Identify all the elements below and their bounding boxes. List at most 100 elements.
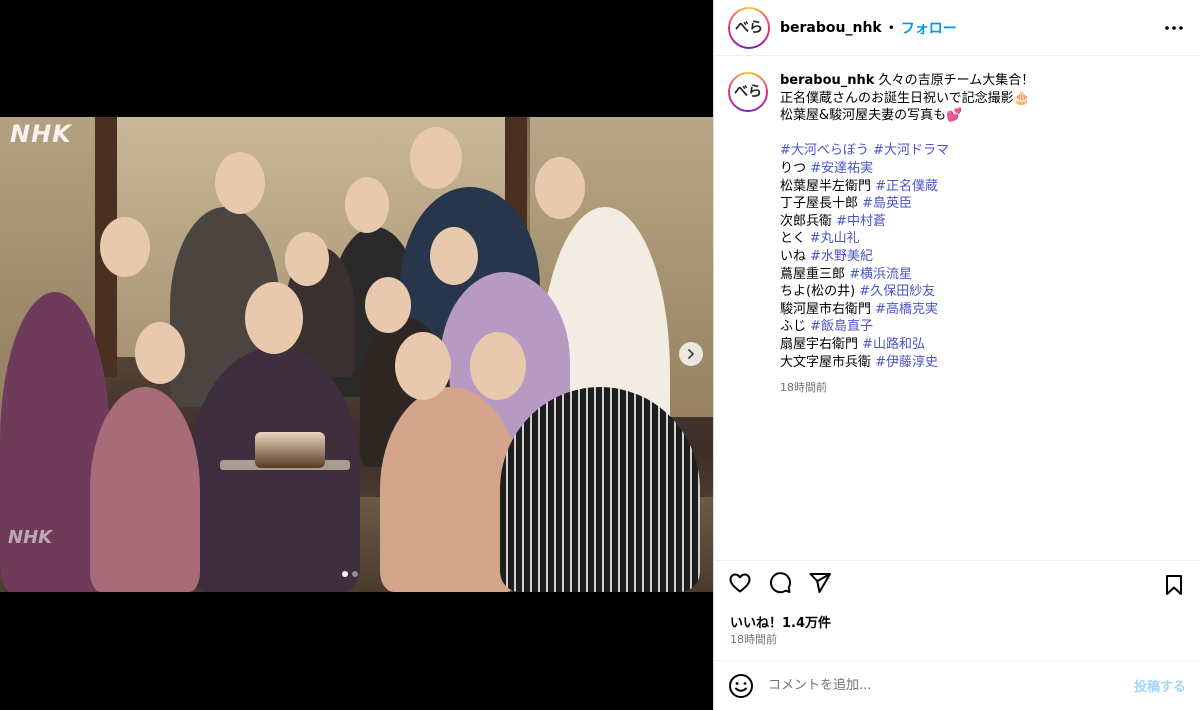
more-horizontal-icon (1165, 26, 1183, 30)
cast-role: 丁子屋長十郎 (780, 196, 859, 212)
hashtag-link[interactable]: #大河ドラマ (873, 143, 949, 158)
hashtag-link[interactable]: #安達祐実 (810, 161, 873, 176)
like-count[interactable]: いいね！1.4万件 (730, 612, 831, 631)
caption-line-2: 正名僕蔵さんのお誕生日祝いで記念撮影🎂 (780, 90, 1030, 106)
caption-body: berabou_nhk 久々の吉原チーム大集合！ 正名僕蔵さんのお誕生日祝いで記… (780, 72, 1186, 397)
heart-icon (729, 573, 751, 593)
cast-list: りつ #安達祐実 松葉屋半左衛門 #正名僕蔵 丁子屋長十郎 #島英臣 次郎兵衛 #中村… (780, 160, 1186, 371)
comment-bar: 投稿する (714, 660, 1200, 710)
avatar[interactable]: べら (728, 6, 770, 49)
photo-person-head (535, 157, 585, 219)
like-button[interactable] (728, 571, 752, 595)
cast-role: 扇屋宇右衛門 (780, 336, 859, 352)
hashtag-link[interactable]: #中村蒼 (836, 214, 886, 229)
post-photo[interactable] (0, 117, 713, 592)
chevron-right-icon (688, 349, 694, 359)
photo-person (500, 387, 700, 592)
avatar-text: べら (734, 84, 762, 100)
post-side-panel: べら berabou_nhk • フォロー べら berabou_nhk 久々の… (713, 0, 1200, 710)
slide-dot (352, 571, 358, 577)
comment-input[interactable] (768, 678, 1134, 693)
header-separator: • (887, 20, 895, 35)
hashtag-link[interactable]: #伊藤淳史 (875, 355, 938, 370)
cast-line: 扇屋宇右衛門 #山路和弘 (780, 336, 1186, 354)
birthday-cake (255, 432, 325, 468)
caption-username[interactable]: berabou_nhk (780, 73, 874, 88)
hashtag-link[interactable]: #水野美紀 (810, 249, 873, 264)
action-bar (714, 560, 1200, 610)
photo-person-head (430, 227, 478, 285)
photo-person-head (245, 282, 303, 354)
cast-line: 松葉屋半左衛門 #正名僕蔵 (780, 178, 1186, 196)
cast-role: ちよ(松の井) (780, 284, 856, 300)
hashtag-link[interactable]: #丸山礼 (810, 231, 860, 246)
media-pane: NHK NHK (0, 0, 713, 710)
cast-role: 大文字屋市兵衛 (780, 354, 872, 370)
cast-role: 次郎兵衛 (780, 213, 833, 229)
save-button[interactable] (1162, 573, 1186, 597)
cast-role: 松葉屋半左衛門 (780, 178, 872, 194)
hashtag-link[interactable]: #久保田紗友 (859, 284, 935, 299)
cast-role: いね (780, 248, 807, 264)
bookmark-icon (1166, 575, 1182, 595)
photo-person-head (470, 332, 526, 400)
photo-person (90, 387, 200, 592)
hashtag-link[interactable]: #大河べらぼう (780, 143, 869, 158)
follow-button[interactable]: フォロー (901, 18, 957, 38)
photo-person (380, 387, 520, 592)
cast-role: りつ (780, 160, 807, 176)
photo-person-head (395, 332, 451, 400)
caption-area: べら berabou_nhk 久々の吉原チーム大集合！ 正名僕蔵さんのお誕生日祝… (728, 72, 1186, 397)
hashtag-link[interactable]: #高橋克実 (875, 302, 938, 317)
more-options-button[interactable] (1164, 18, 1184, 38)
cast-line: 大文字屋市兵衛 #伊藤淳史 (780, 354, 1186, 372)
caption-avatar[interactable]: べら (728, 72, 768, 112)
cast-role: ふじ (780, 319, 807, 335)
avatar-text: べら (735, 19, 763, 36)
nhk-watermark: NHK (10, 120, 72, 148)
post-comment-button[interactable]: 投稿する (1134, 676, 1186, 695)
send-icon (809, 573, 831, 593)
header-username[interactable]: berabou_nhk (780, 20, 882, 36)
hashtag-link[interactable]: #島英臣 (862, 196, 912, 211)
photo-person-head (285, 232, 329, 286)
slide-indicator (342, 571, 358, 577)
photo-person-head (135, 322, 185, 384)
hashtag-link[interactable]: #山路和弘 (862, 337, 925, 352)
caption-text: 久々の吉原チーム大集合！ (878, 73, 1035, 88)
hashtag-link[interactable]: #正名僕蔵 (875, 179, 938, 194)
hashtag-link[interactable]: #飯島直子 (810, 319, 873, 334)
photo-person-head (365, 277, 411, 333)
cast-line: 丁子屋長十郎 #島英臣 (780, 195, 1186, 213)
cast-line: いね #水野美紀 (780, 248, 1186, 266)
cast-line: りつ #安達祐実 (780, 160, 1186, 178)
cast-line: とく #丸山礼 (780, 230, 1186, 248)
cast-line: ちよ(松の井) #久保田紗友 (780, 283, 1186, 301)
post-timestamp[interactable]: 18時間前 (730, 631, 777, 647)
next-slide-button[interactable] (679, 342, 703, 366)
cast-role: 駿河屋市右衛門 (780, 301, 872, 317)
cast-line: 駿河屋市右衛門 #高橋克実 (780, 301, 1186, 319)
comment-button[interactable] (768, 571, 792, 595)
emoji-button[interactable] (728, 673, 754, 699)
photo-person-head (410, 127, 462, 189)
photo-person-head (345, 177, 389, 233)
slide-dot-active (342, 571, 348, 577)
hashtag-line: #大河べらぼう #大河ドラマ (780, 142, 1186, 160)
photo-person-head (100, 217, 150, 277)
cast-line: 蔦屋重三郎 #横浜流星 (780, 266, 1186, 284)
caption-line-1: berabou_nhk 久々の吉原チーム大集合！ (780, 72, 1186, 90)
hashtag-link[interactable]: #横浜流星 (849, 267, 912, 282)
caption-line-3: 松葉屋&駿河屋夫妻の写真も💕 (780, 108, 963, 124)
cast-line: ふじ #飯島直子 (780, 318, 1186, 336)
cast-role: 蔦屋重三郎 (780, 266, 846, 282)
nhk-watermark-bottom: NHK (8, 527, 53, 548)
caption-time: 18時間前 (780, 381, 827, 395)
post-header: べら berabou_nhk • フォロー (714, 0, 1200, 56)
photo-person-head (215, 152, 265, 214)
smiley-icon (729, 673, 753, 698)
comment-icon (770, 572, 792, 594)
cast-role: とく (780, 231, 806, 247)
share-button[interactable] (808, 571, 832, 595)
cast-line: 次郎兵衛 #中村蒼 (780, 213, 1186, 231)
